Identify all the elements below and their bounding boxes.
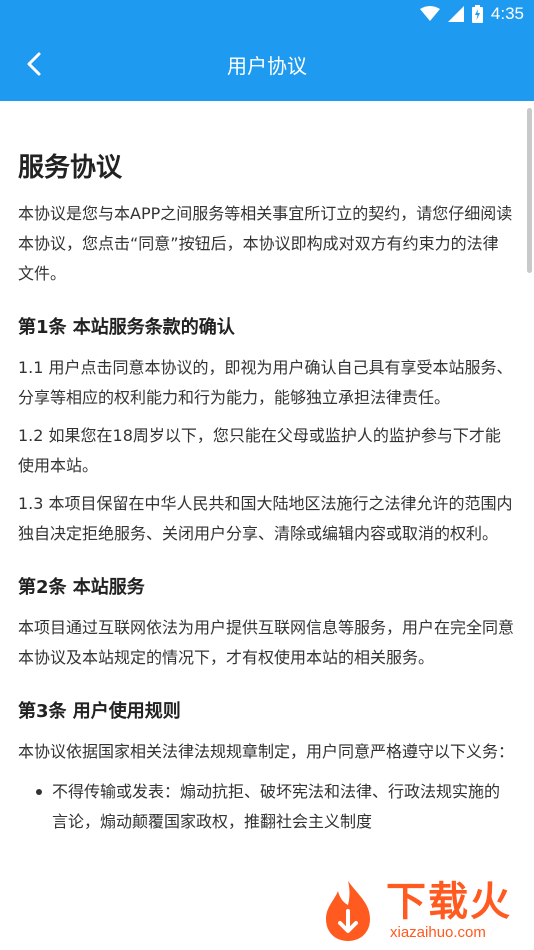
- section-2: 第2条 本站服务 本项目通过互联网依法为用户提供互联网信息等服务，用户在完全同意…: [18, 573, 514, 673]
- clause: 1.3 本项目保留在中华人民共和国大陆地区法施行之法律允许的范围内独自决定拒绝服…: [18, 494, 513, 543]
- chevron-left-icon: [27, 52, 41, 76]
- watermark-brand: 下载火: [386, 879, 512, 925]
- section-1: 第1条 本站服务条款的确认 1.1 用户点击同意本协议的，即视为用户确认自己具有…: [18, 313, 514, 549]
- section-heading: 第3条 用户使用规则: [18, 701, 181, 722]
- signal-icon: [447, 6, 464, 22]
- page-title: 用户协议: [227, 54, 307, 78]
- clause: 本项目通过互联网依法为用户提供互联网信息等服务，用户在完全同意本协议及本站规定的…: [18, 618, 515, 667]
- section-3: 第3条 用户使用规则 本协议依据国家相关法律法规规章制定，用户同意严格遵守以下义…: [18, 697, 514, 837]
- fire-logo-icon: [326, 881, 370, 941]
- intro-paragraph: 本协议是您与本APP之间服务等相关事宜所订立的契约，请您仔细阅读本协议，您点击“…: [18, 204, 513, 283]
- watermark-url: xiazaihuo.com: [390, 924, 486, 941]
- app-bar: 用户协议: [0, 28, 534, 101]
- clause: 1.1 用户点击同意本协议的，即视为用户确认自己具有享受本站服务、分享等相应的权…: [18, 358, 513, 407]
- document-title: 服务协议: [18, 153, 123, 183]
- scrollbar[interactable]: [527, 108, 532, 273]
- wifi-icon: [419, 6, 440, 22]
- status-time: 4:35: [490, 4, 524, 23]
- clause: 本协议依据国家相关法律法规规章制定，用户同意严格遵守以下义务：: [18, 742, 515, 761]
- agreement-content[interactable]: 服务协议 本协议是您与本APP之间服务等相关事宜所订立的契约，请您仔细阅读本协议…: [0, 101, 534, 950]
- clause: 1.2 如果您在18周岁以下，您只能在父母或监护人的监护参与下才能使用本站。: [18, 426, 501, 475]
- section-heading: 第2条 本站服务: [18, 577, 145, 598]
- watermark: 下载火 xiazaihuo.com: [314, 872, 534, 950]
- status-bar: 4:35: [0, 0, 534, 28]
- list-item: 不得传输或发表：煽动抗拒、破坏宪法和法律、行政法规实施的言论，煽动颠覆国家政权，…: [36, 777, 514, 837]
- back-button[interactable]: [16, 46, 52, 82]
- battery-icon: [471, 5, 483, 23]
- section-heading: 第1条 本站服务条款的确认: [18, 317, 235, 338]
- bullet-list: 不得传输或发表：煽动抗拒、破坏宪法和法律、行政法规实施的言论，煽动颠覆国家政权，…: [18, 777, 514, 837]
